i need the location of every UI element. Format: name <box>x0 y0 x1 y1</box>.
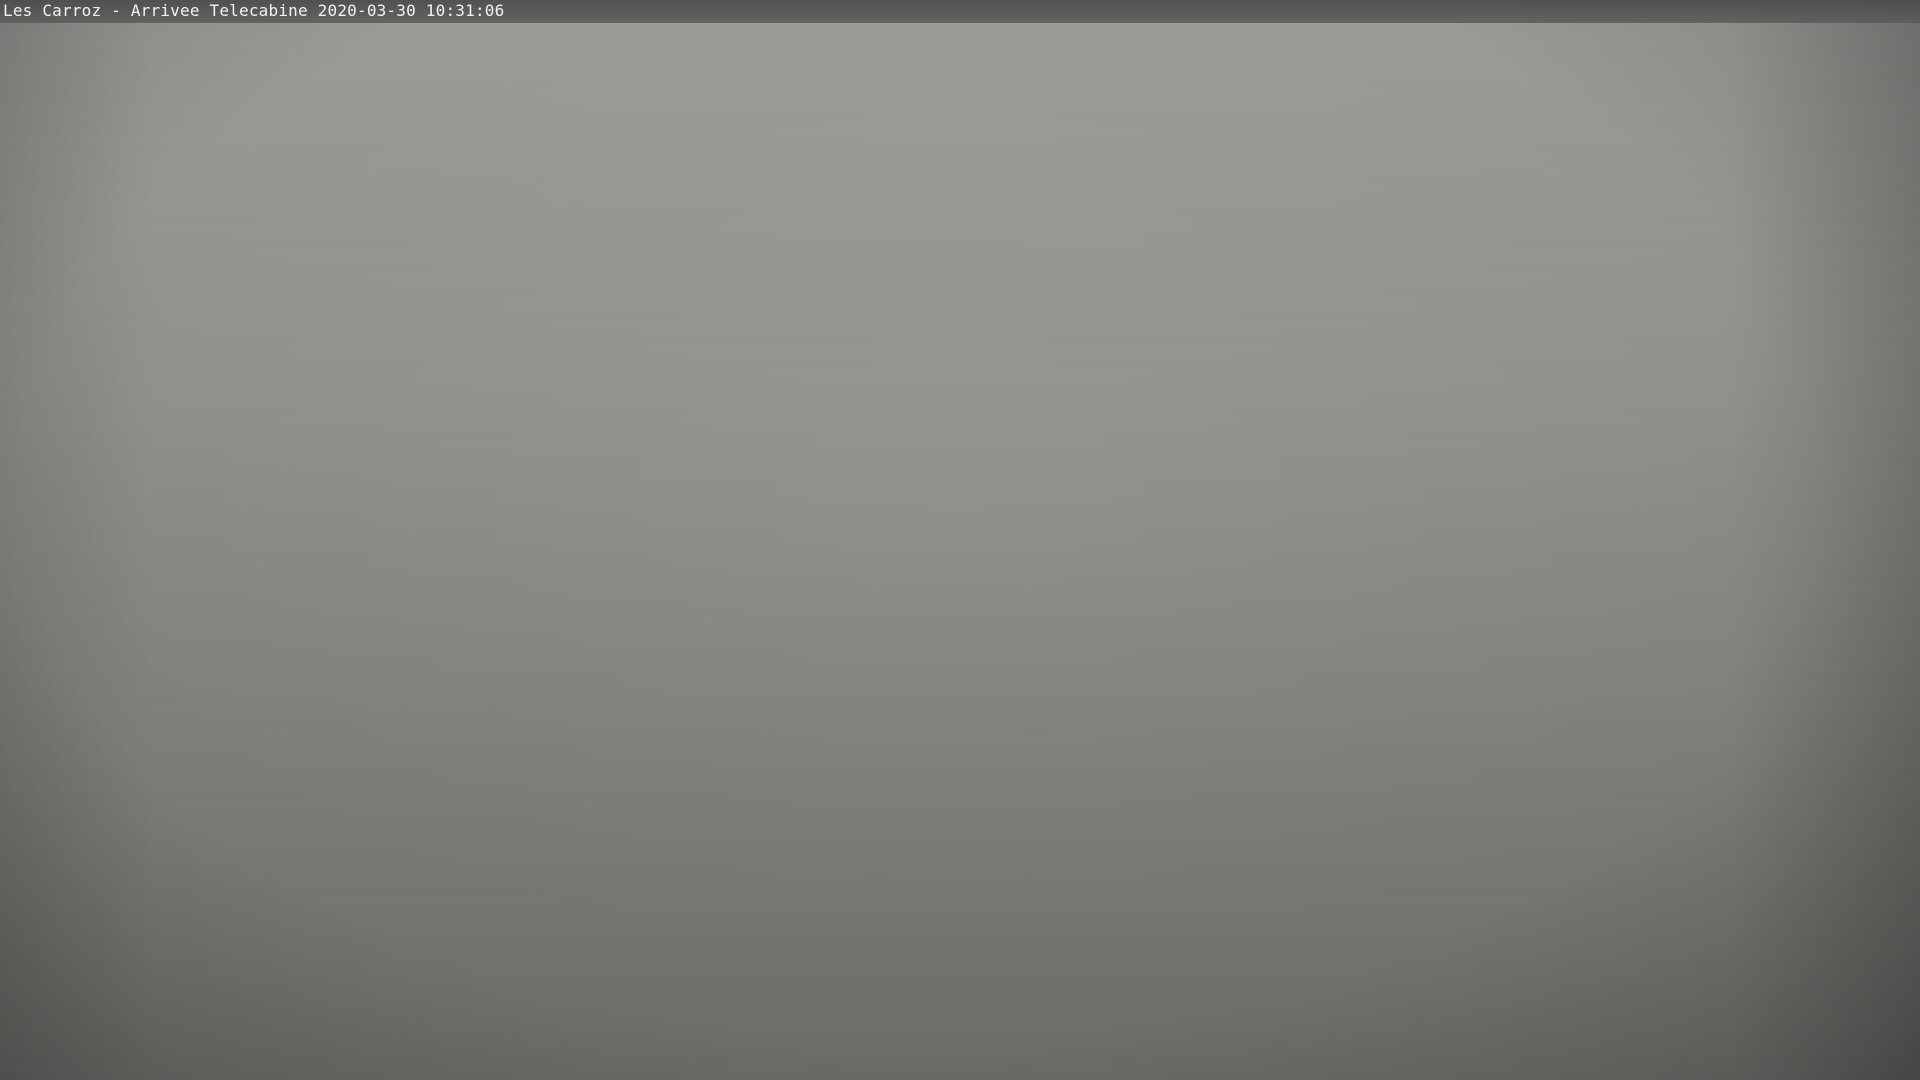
lens-vignette <box>0 0 1920 1080</box>
sensor-noise <box>0 0 1920 1080</box>
caption-bar: Les Carroz - Arrivee Telecabine 2020-03-… <box>0 0 1920 23</box>
webcam-frame: Les Carroz - Arrivee Telecabine 2020-03-… <box>0 0 1920 1080</box>
camera-caption: Les Carroz - Arrivee Telecabine 2020-03-… <box>3 1 505 20</box>
